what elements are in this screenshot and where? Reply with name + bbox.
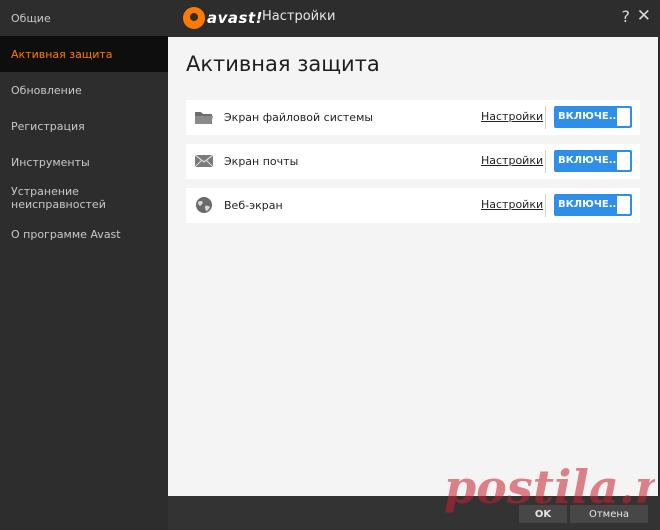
sidebar-item-tools[interactable]: Инструменты (0, 144, 168, 180)
divider (545, 106, 546, 129)
sidebar-item-troubleshooting[interactable]: Устранение неисправностей (0, 180, 168, 216)
shield-name: Веб-экран (224, 199, 283, 212)
toggle-label: ВКЛЮЧЕ... (558, 155, 621, 166)
shield-name: Экран файловой системы (224, 111, 374, 124)
help-button[interactable]: ? (622, 7, 631, 26)
settings-link[interactable]: Настройки (481, 154, 543, 167)
divider (545, 150, 546, 173)
logo-text: avast! (207, 9, 263, 27)
cancel-button[interactable]: Отмена (570, 505, 648, 523)
sidebar-item-update[interactable]: Обновление (0, 72, 168, 108)
shield-name: Экран почты (224, 155, 299, 168)
shield-toggle[interactable]: ВКЛЮЧЕ... (554, 150, 632, 172)
toggle-knob (617, 152, 630, 170)
settings-link[interactable]: Настройки (481, 110, 543, 123)
shield-row-web: Веб-экран Настройки ВКЛЮЧЕ... (186, 188, 640, 223)
page-title: Активная защита (186, 52, 380, 76)
sidebar-item-active-protection[interactable]: Активная защита (0, 36, 168, 72)
toggle-knob (617, 196, 630, 214)
main-content: Активная защита Экран файловой системы Н… (168, 37, 658, 496)
globe-icon (196, 197, 212, 213)
toggle-knob (617, 108, 630, 126)
shield-toggle[interactable]: ВКЛЮЧЕ... (554, 194, 632, 216)
shield-row-file-system: Экран файловой системы Настройки ВКЛЮЧЕ.… (186, 100, 640, 135)
shield-row-mail: Экран почты Настройки ВКЛЮЧЕ... (186, 144, 640, 179)
folder-icon (195, 112, 213, 124)
window-title: Настройки (262, 9, 336, 24)
sidebar: Общие Активная защита Обновление Регистр… (0, 0, 168, 530)
sidebar-item-registration[interactable]: Регистрация (0, 108, 168, 144)
ok-button[interactable]: OK (519, 505, 567, 523)
sidebar-item-general[interactable]: Общие (0, 0, 168, 36)
avast-ball-icon (183, 7, 205, 29)
mail-icon (194, 154, 214, 168)
settings-link[interactable]: Настройки (481, 198, 543, 211)
toggle-label: ВКЛЮЧЕ... (558, 111, 621, 122)
shield-toggle[interactable]: ВКЛЮЧЕ... (554, 106, 632, 128)
close-button[interactable]: ✕ (637, 6, 651, 26)
title-bar: avast! Настройки ? ✕ (168, 0, 660, 37)
divider (545, 194, 546, 217)
avast-logo: avast! (183, 7, 263, 29)
toggle-label: ВКЛЮЧЕ... (558, 199, 621, 210)
sidebar-item-about[interactable]: О программе Avast (0, 216, 168, 252)
